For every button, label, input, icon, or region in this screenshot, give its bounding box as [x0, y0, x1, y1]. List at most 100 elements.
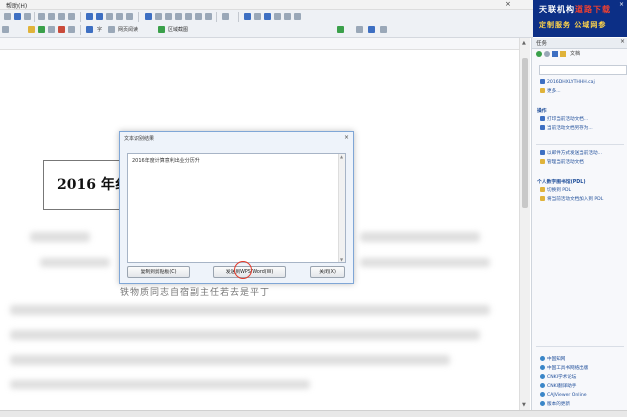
task-panel: 任务 × 文档 2016DHXLYTHHH.caj 更多... 操作 打印当前活… [531, 38, 627, 410]
last-page-icon[interactable] [68, 13, 75, 20]
link-translate[interactable]: CNKI翻译助手 [540, 383, 576, 389]
mail-icon [540, 150, 545, 155]
open-icon[interactable] [14, 13, 21, 20]
recent-more-item[interactable]: 更多... [540, 88, 561, 94]
dialog-titlebar[interactable]: 文本识别结果 × [120, 132, 353, 145]
link-cnki[interactable]: 中国知网 [540, 356, 565, 362]
tool-icon[interactable] [2, 26, 9, 33]
highlight-icon[interactable] [175, 13, 182, 20]
blurred-text [10, 330, 480, 340]
blurred-text [10, 305, 490, 315]
web-read-icon[interactable] [108, 26, 115, 33]
print-doc-item[interactable]: 打印当前活动文档... [540, 116, 588, 122]
rotate-icon[interactable] [126, 13, 133, 20]
globe-icon[interactable] [368, 26, 375, 33]
globe-icon [540, 392, 545, 397]
blurred-text [10, 355, 450, 365]
search-go-icon[interactable] [337, 26, 344, 33]
copy-to-clipboard-button[interactable]: 复制到剪贴板(C) [127, 266, 190, 278]
pencil-icon[interactable] [38, 26, 45, 33]
scroll-up-icon[interactable]: ▲ [522, 40, 526, 46]
zoom-out-icon[interactable] [116, 13, 123, 20]
task-panel-doc-label[interactable]: 文档 [570, 50, 580, 57]
link-update[interactable]: 版本的更新 [540, 401, 570, 407]
strikeout-icon[interactable] [195, 13, 202, 20]
snapshot-label[interactable]: 区域截图 [168, 26, 188, 33]
next-page-icon[interactable] [58, 13, 65, 20]
folder-icon[interactable] [560, 51, 566, 57]
snapshot-icon[interactable] [158, 26, 165, 33]
close-icon[interactable]: × [505, 0, 511, 8]
home-icon[interactable] [552, 51, 558, 57]
switch-pdl-item[interactable]: 切换到 PDL [540, 187, 571, 193]
eraser-icon[interactable] [58, 26, 65, 33]
highlight-annotation [234, 261, 252, 279]
scroll-down-icon[interactable]: ▼ [340, 257, 343, 262]
manage-doc-item[interactable]: 管理当前活动文档 [540, 159, 584, 165]
ad-banner[interactable]: 天联机构道路下载 定制服务 公域网参 × [533, 0, 627, 37]
back-icon[interactable] [86, 13, 93, 20]
help-icon[interactable] [356, 26, 363, 33]
search-icon[interactable] [284, 13, 291, 20]
recent-file-item[interactable]: 2016DHXLYTHHH.caj [540, 79, 595, 85]
globe-icon [540, 356, 545, 361]
zoom-in-icon[interactable] [106, 13, 113, 20]
forward-icon[interactable] [96, 13, 103, 20]
ad-line1: 天联机构道路下载 [539, 4, 611, 14]
scroll-up-icon[interactable]: ▲ [340, 154, 343, 159]
task-panel-dropdown[interactable] [539, 65, 627, 75]
save-as-item[interactable]: 当前活动文档另存为... [540, 125, 593, 131]
first-page-icon[interactable] [38, 13, 45, 20]
pen-icon[interactable] [28, 26, 35, 33]
globe-icon [540, 401, 545, 406]
textarea-scrollbar[interactable]: ▲ ▼ [338, 154, 345, 262]
add-to-pdl-item[interactable]: 将当前活动文档加入到 PDL [540, 196, 603, 202]
document-body-line: 铁物质同志自宿副主任若去是平丁 [120, 288, 271, 298]
menu-help[interactable]: 帮助(H) [6, 1, 27, 10]
document-scrollbar[interactable]: ▲ ▼ [519, 38, 530, 410]
annotation-icon[interactable] [165, 13, 172, 20]
fit-page-icon[interactable] [264, 13, 271, 20]
link-forum[interactable]: CNKI学术论坛 [540, 374, 576, 380]
note-icon[interactable] [205, 13, 212, 20]
link-reference[interactable]: 中国工具书网络出版 [540, 365, 588, 371]
settings-icon[interactable] [380, 26, 387, 33]
select-image-icon[interactable] [155, 13, 162, 20]
manage-icon [540, 159, 545, 164]
back-icon[interactable] [536, 51, 542, 57]
web-read-label[interactable]: 网页阅读 [118, 26, 138, 33]
scroll-down-icon[interactable]: ▼ [522, 402, 526, 408]
close-button[interactable]: 关闭(X) [310, 266, 345, 278]
folder-icon [540, 88, 545, 93]
single-page-icon[interactable] [244, 13, 251, 20]
shape-icon[interactable] [68, 26, 75, 33]
add-icon [540, 196, 545, 201]
blurred-text [40, 258, 110, 267]
task-panel-close-icon[interactable]: × [620, 38, 625, 45]
select-text-icon[interactable] [145, 13, 152, 20]
text-icon[interactable] [48, 26, 55, 33]
task-panel-title: 任务 [536, 41, 548, 47]
dialog-close-icon[interactable]: × [344, 134, 349, 141]
forward-icon[interactable] [544, 51, 550, 57]
document-title-box: 2016 年纟 [43, 160, 129, 210]
recognized-text-area[interactable]: 2016年度计算意利出业分历升 ▲ ▼ [127, 153, 346, 263]
blurred-text [30, 232, 90, 242]
save-icon[interactable] [24, 13, 31, 20]
scroll-thumb[interactable] [522, 58, 528, 208]
layout-icon[interactable] [222, 13, 229, 20]
text-recognize-icon[interactable] [86, 26, 93, 33]
new-icon[interactable] [4, 13, 11, 20]
pdl-heading: 个人数字图书馆(PDL) [537, 180, 586, 185]
send-mail-item[interactable]: 以邮件方式发送当前活动... [540, 150, 602, 156]
fit-width-icon[interactable] [254, 13, 261, 20]
prev-page-icon[interactable] [48, 13, 55, 20]
zoom-icon[interactable] [294, 13, 301, 20]
operations-heading: 操作 [537, 109, 547, 114]
ad-line2: 定制服务 公域网参 [539, 20, 607, 29]
link-online[interactable]: CAJViewer Online [540, 392, 587, 398]
underline-icon[interactable] [185, 13, 192, 20]
ad-close-icon[interactable]: × [619, 1, 624, 8]
text-recognize-label[interactable]: 字 [97, 26, 102, 33]
actual-size-icon[interactable] [274, 13, 281, 20]
